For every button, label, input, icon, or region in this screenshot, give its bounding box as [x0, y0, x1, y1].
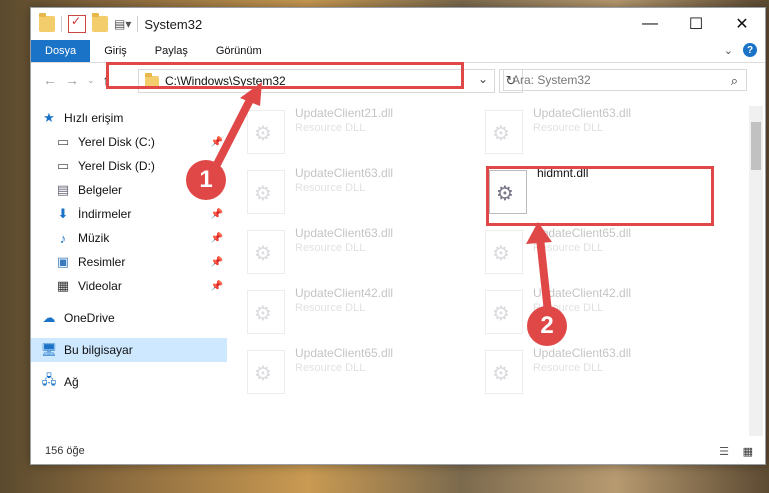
step-badge-2: 2: [527, 306, 567, 346]
arrow-to-file: [536, 237, 552, 313]
step-badge-1: 1: [186, 160, 226, 200]
annotation-arrows: [206, 82, 552, 313]
arrowhead-file: [526, 222, 552, 244]
